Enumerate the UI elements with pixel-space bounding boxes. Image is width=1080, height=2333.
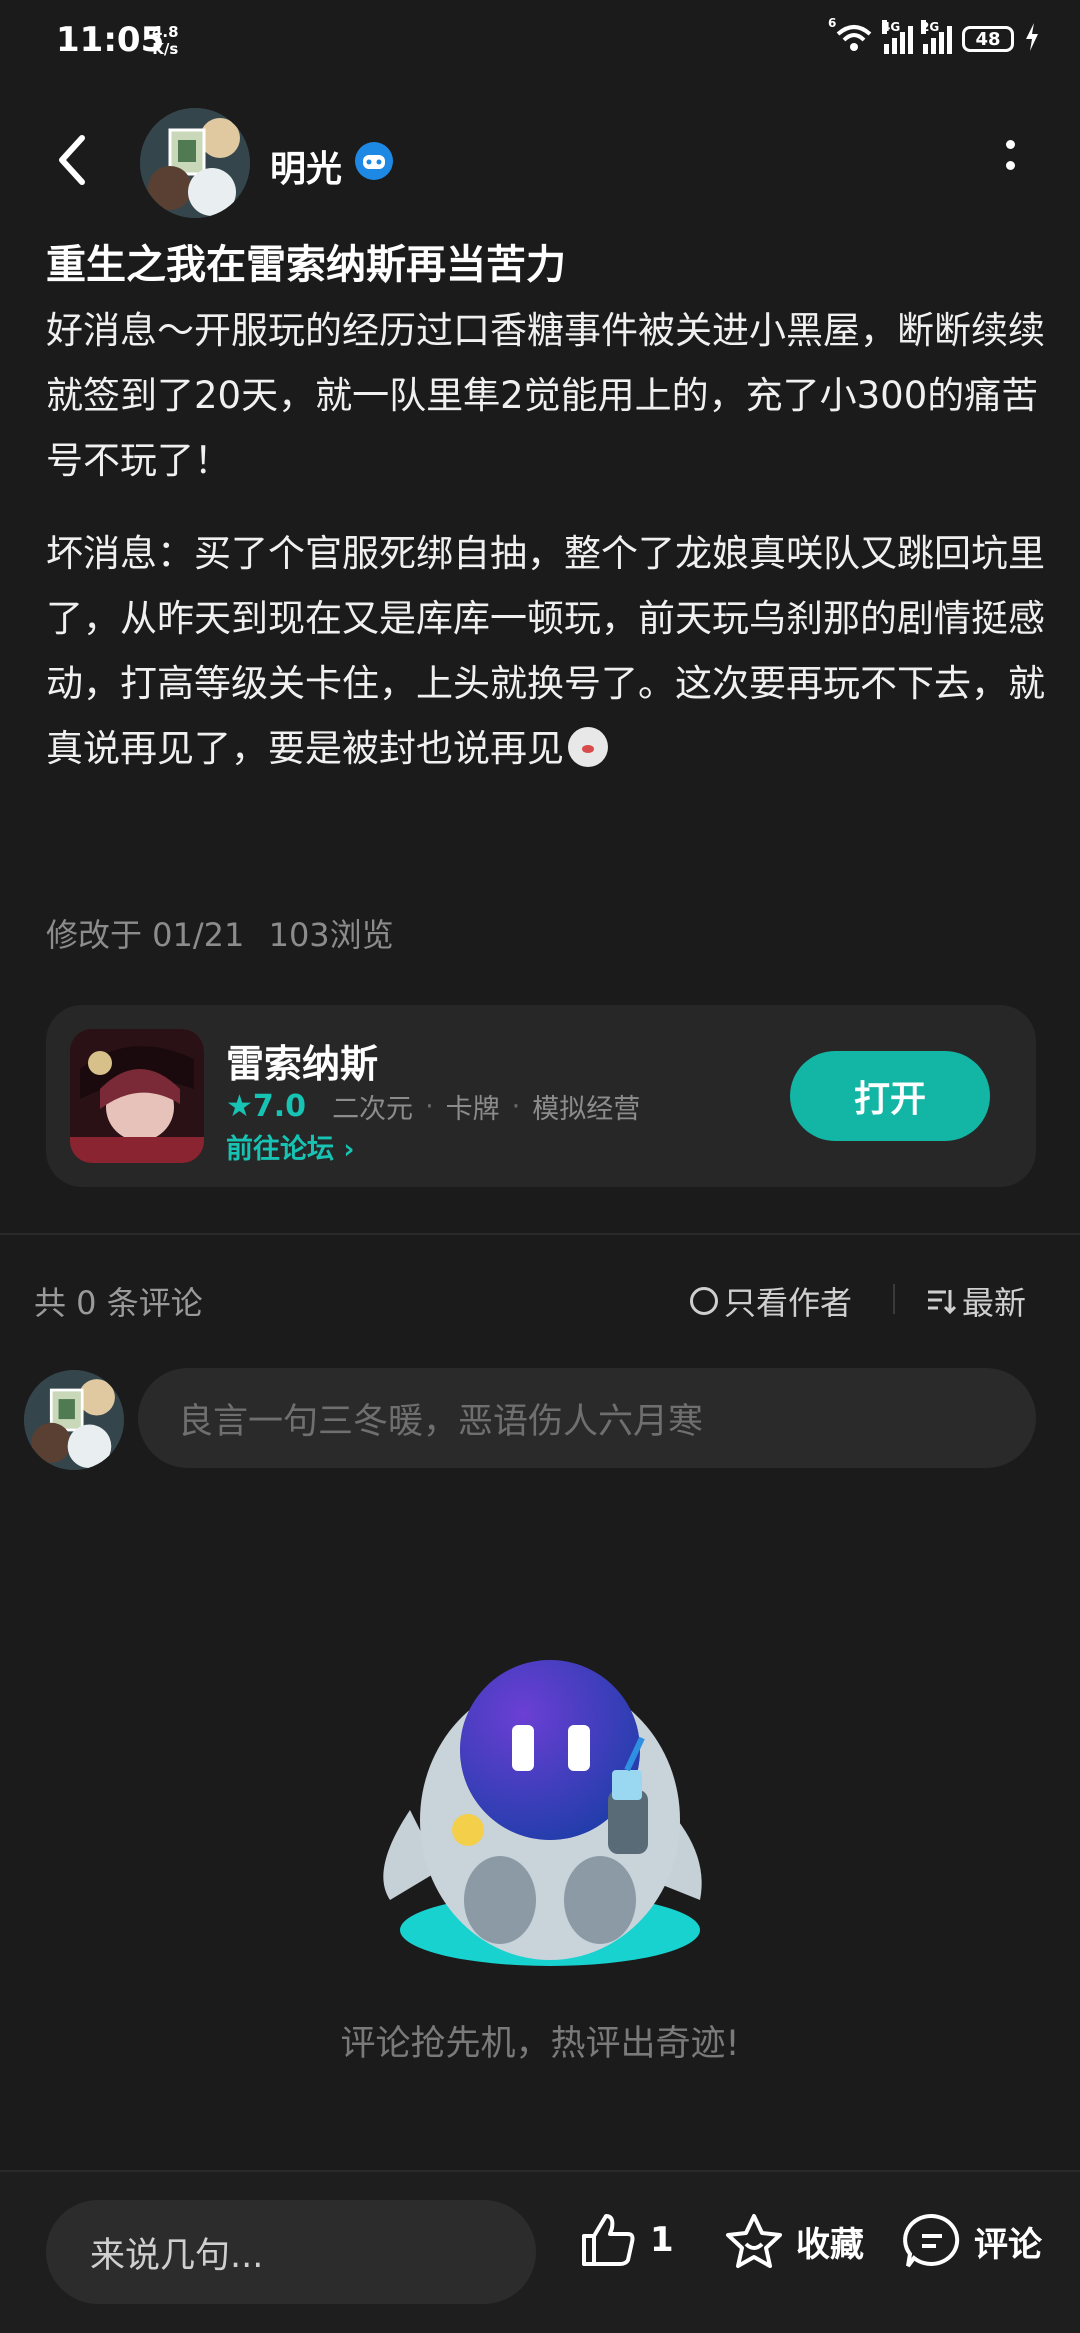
sort-icon (928, 1290, 956, 1315)
verified-badge-icon (355, 142, 393, 180)
charging-icon (1024, 23, 1040, 55)
clown-emoji-icon (568, 727, 608, 767)
status-time: 11:05 (56, 20, 165, 60)
status-bar: 11:05 4.8 K/s 6 4G 2G 48 (0, 0, 1080, 90)
thumbs-up-icon (582, 2214, 635, 2266)
comment-label: 评论 (974, 2224, 1042, 2265)
chevron-left-icon (59, 135, 85, 185)
post-paragraph: 好消息～开服玩的经历过口香糖事件被关进小黑屋，断断续续就签到了20天，就一队里隼… (46, 309, 1045, 482)
comment-button[interactable]: 评论 (902, 2212, 1042, 2270)
like-button[interactable]: 1 (578, 2212, 674, 2268)
bottom-action-bar: 来说几句... 1 收藏 评论 (0, 2170, 1080, 2333)
user-avatar (24, 1370, 124, 1470)
empty-state-text: 评论抢先机，热评出奇迹! (340, 2024, 740, 2064)
sort-button[interactable]: 最新 (926, 1278, 1026, 1324)
signal-4g-icon: 4G (882, 20, 913, 54)
forum-link[interactable]: 前往论坛 › (226, 1127, 355, 1166)
post-paragraph: 坏消息：买了个官服死绑自抽，整个了龙娘真咲队又跳回坑里了，从昨天到现在又是库库一… (46, 532, 1045, 770)
wifi-icon: 6 (828, 16, 874, 56)
modified-date: 修改于 01/21 (46, 916, 245, 954)
more-dot (1005, 161, 1015, 170)
empty-state-mascot (350, 1630, 750, 1990)
open-game-button[interactable]: 打开 (790, 1051, 990, 1141)
status-icons: 6 4G 2G 48 (828, 16, 1040, 56)
section-divider (0, 1233, 1080, 1235)
signal-2g-icon: 2G (921, 20, 952, 54)
star-icon (726, 2214, 782, 2268)
post-body: 好消息～开服玩的经历过口香糖事件被关进小黑屋，断断续续就签到了20天，就一队里隼… (46, 298, 1046, 809)
author-name[interactable]: 明光 (270, 140, 342, 192)
more-options-button[interactable] (1000, 140, 1020, 184)
game-tag: 二次元 (332, 1094, 414, 1125)
comment-input[interactable]: 良言一句三冬暖，恶语伤人六月寒 (138, 1368, 1036, 1468)
tag-separator: · (425, 1091, 434, 1122)
only-author-toggle[interactable]: 只看作者 (690, 1278, 852, 1324)
game-tag: 卡牌 (445, 1094, 500, 1125)
game-rating: ★7.0 (226, 1089, 307, 1124)
author-avatar[interactable] (140, 108, 250, 218)
comment-icon (903, 2213, 960, 2268)
collect-label: 收藏 (796, 2224, 864, 2265)
game-tag: 模拟经营 (532, 1094, 641, 1125)
post-title: 重生之我在雷索纳斯再当苦力 (46, 242, 566, 288)
battery-icon: 48 (962, 26, 1014, 52)
game-name: 雷索纳斯 (226, 1042, 379, 1086)
view-count: 103浏览 (268, 916, 394, 954)
collect-button[interactable]: 收藏 (724, 2212, 864, 2270)
game-card[interactable]: 雷索纳斯 ★7.0 二次元 · 卡牌 · 模拟经营 前往论坛 › 打开 (46, 1005, 1036, 1187)
like-count: 1 (650, 2220, 674, 2260)
say-something-input[interactable]: 来说几句... (46, 2200, 536, 2304)
post-meta: 修改于 01/21 103浏览 (46, 910, 408, 956)
more-dot (1005, 140, 1015, 149)
chevron-right-icon: › (343, 1134, 355, 1165)
comment-count: 共 0 条评论 (34, 1284, 203, 1322)
radio-circle-icon (690, 1287, 718, 1315)
network-speed: 4.8 K/s (152, 23, 179, 58)
divider (893, 1284, 895, 1314)
game-info: ★7.0 二次元 · 卡牌 · 模拟经营 (226, 1087, 640, 1126)
game-icon (70, 1029, 204, 1163)
back-button[interactable] (52, 132, 92, 188)
tag-separator: · (511, 1091, 521, 1122)
